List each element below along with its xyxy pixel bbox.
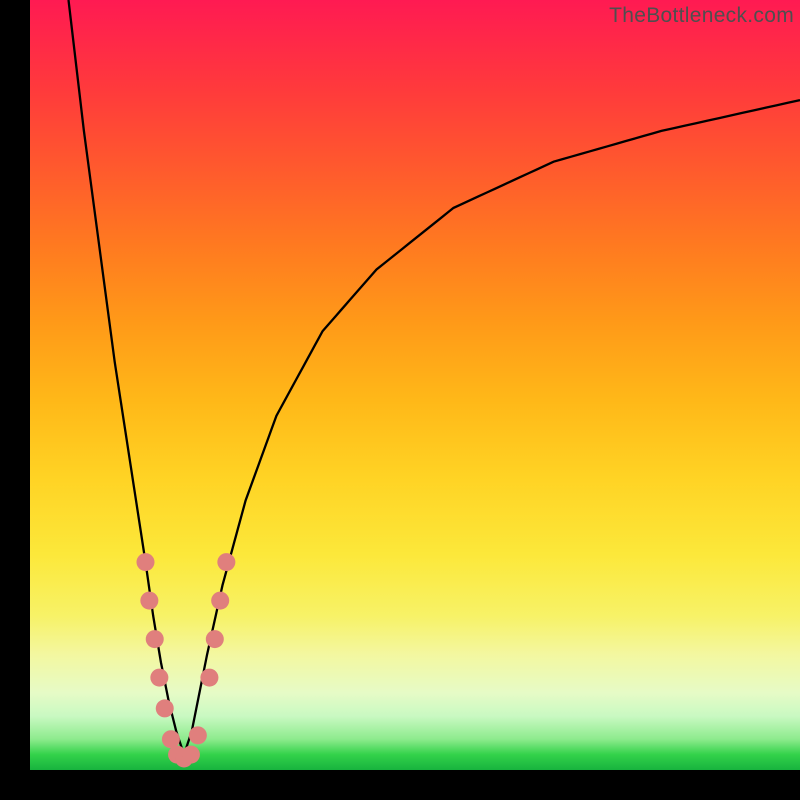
data-point: [140, 592, 158, 610]
data-point: [206, 630, 224, 648]
data-point: [150, 669, 168, 687]
scatter-points: [137, 553, 236, 767]
data-point: [137, 553, 155, 571]
plot-area: TheBottleneck.com: [30, 0, 800, 770]
data-point: [146, 630, 164, 648]
data-point: [182, 746, 200, 764]
chart-frame: TheBottleneck.com: [0, 0, 800, 800]
data-point: [211, 592, 229, 610]
data-point: [200, 669, 218, 687]
data-point: [189, 726, 207, 744]
data-point: [217, 553, 235, 571]
data-point: [162, 730, 180, 748]
curve-left-branch: [69, 0, 185, 755]
curve-layer: [30, 0, 800, 770]
curve-right-branch: [184, 100, 800, 755]
data-point: [156, 699, 174, 717]
